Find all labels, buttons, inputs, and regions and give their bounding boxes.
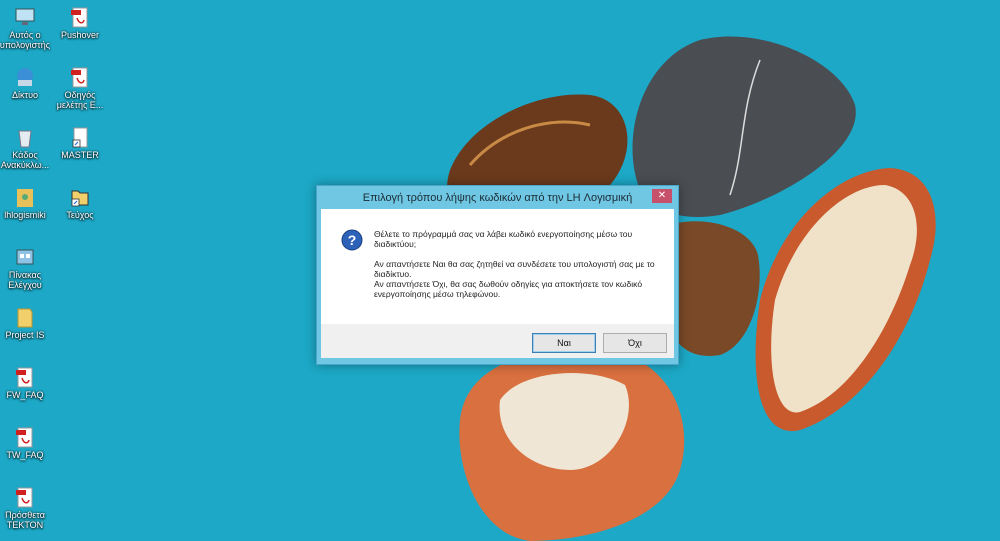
desktop-icon-label: FW_FAQ: [6, 390, 44, 400]
desktop-icon-pushover[interactable]: Pushover: [52, 6, 108, 40]
desktop-icon-teuxos[interactable]: Τεύχος: [52, 186, 108, 220]
desktop-icon-tw-faq[interactable]: TW_FAQ: [0, 426, 53, 460]
desktop-icon-label: MASTER: [61, 150, 99, 160]
pdf-file-icon: [16, 367, 33, 388]
desktop-icon-label: lhlogismiki: [4, 210, 46, 220]
desktop-icon-study-guide[interactable]: Οδηγός μελέτης Ε...: [52, 66, 108, 110]
yes-button[interactable]: Ναι: [532, 333, 596, 353]
svg-text:?: ?: [348, 232, 357, 248]
close-button[interactable]: ✕: [652, 189, 672, 203]
desktop-icon-this-pc[interactable]: Αυτός ο υπολογιστής: [0, 6, 53, 50]
desktop-icon-label: Τεύχος: [66, 210, 94, 220]
computer-icon: [15, 8, 35, 25]
desktop-icon-label: Πρόσθετα TEKTON: [5, 510, 45, 530]
desktop-icon-fw-faq[interactable]: FW_FAQ: [0, 366, 53, 400]
question-icon: ?: [341, 229, 363, 251]
pdf-file-icon: [71, 7, 88, 28]
recycle-bin-icon: [18, 130, 32, 148]
message-no-explanation: Αν απαντήσετε Όχι, θα σας δωθούν οδηγίες…: [374, 279, 643, 299]
desktop-icon-project-is[interactable]: Project IS: [0, 306, 53, 340]
desktop-icon-recycle-bin[interactable]: Κάδος Ανακύκλω...: [0, 126, 53, 170]
desktop-icon-label: Κάδος Ανακύκλω...: [0, 150, 50, 170]
pdf-file-icon: [71, 67, 88, 88]
dialog-footer: Ναι Όχι: [321, 324, 674, 358]
no-button[interactable]: Όχι: [603, 333, 667, 353]
folder-icon: [17, 308, 33, 328]
close-icon: ✕: [657, 190, 667, 201]
dialog-body: ? Θέλετε το πρόγραμμά σας να λάβει κωδικ…: [321, 209, 674, 324]
desktop-icon-label: Αυτός ο υπολογιστής: [0, 30, 51, 50]
dialog-message: Θέλετε το πρόγραμμά σας να λάβει κωδικό …: [374, 229, 664, 299]
desktop-icon-label: TW_FAQ: [6, 450, 44, 460]
desktop-icon-network[interactable]: Δίκτυο: [0, 66, 53, 100]
pdf-file-icon: [16, 487, 33, 508]
network-icon: [17, 68, 33, 86]
desktop-icon-control-panel[interactable]: Πίνακας Ελέγχου: [0, 246, 53, 290]
desktop-icon-lhlogismiki[interactable]: lhlogismiki: [0, 186, 53, 220]
message-question: Θέλετε το πρόγραμμά σας να λάβει κωδικό …: [374, 229, 633, 249]
desktop-icon-label: Project IS: [5, 330, 45, 340]
message-yes-explanation: Αν απαντήσετε Ναι θα σας ζητηθεί να συνδ…: [374, 259, 655, 279]
desktop-icon-label: Πίνακας Ελέγχου: [8, 270, 42, 290]
desktop-icon-label: Οδηγός μελέτης Ε...: [56, 90, 104, 110]
dialog-title[interactable]: Επιλογή τρόπου λήψης κωδικών από την LH …: [317, 186, 678, 210]
activation-method-dialog: Επιλογή τρόπου λήψης κωδικών από την LH …: [316, 185, 679, 365]
document-shortcut-icon: [72, 127, 88, 148]
folder-shortcut-icon: [71, 190, 89, 207]
pdf-file-icon: [16, 427, 33, 448]
control-panel-icon: [16, 249, 34, 265]
desktop-icon-master[interactable]: MASTER: [52, 126, 108, 160]
user-folder-icon: [17, 189, 33, 207]
desktop-icon-label: Δίκτυο: [12, 90, 38, 100]
desktop-icon-tekton[interactable]: Πρόσθετα TEKTON: [0, 486, 53, 530]
desktop-icon-label: Pushover: [60, 30, 100, 40]
